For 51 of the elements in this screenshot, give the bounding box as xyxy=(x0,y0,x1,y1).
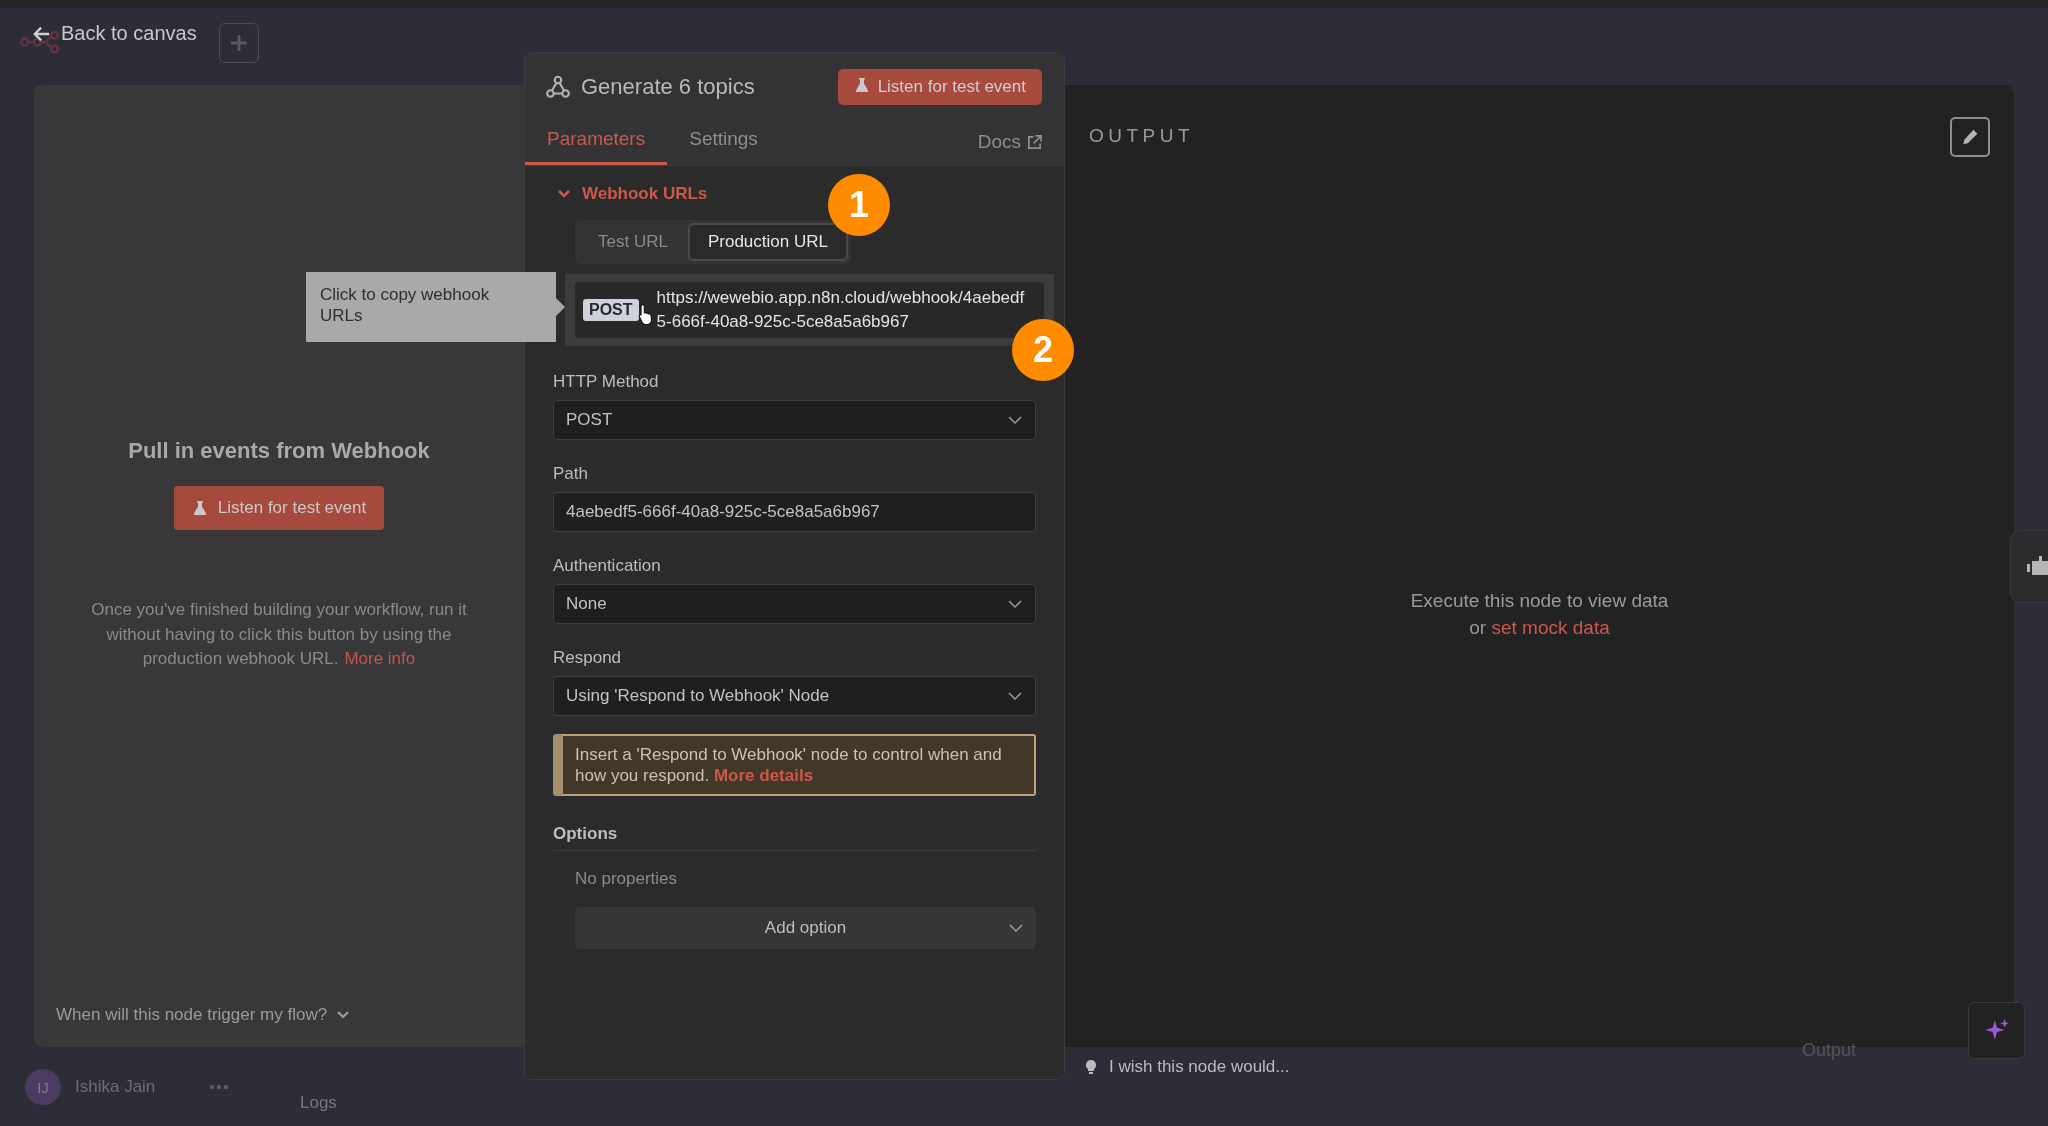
lightbulb-icon xyxy=(1085,1059,1097,1075)
select-field[interactable]: None xyxy=(553,584,1036,624)
url-tab[interactable]: Production URL xyxy=(687,223,848,261)
node-title: Generate 6 topics xyxy=(581,74,755,100)
empty-text: No properties xyxy=(575,869,679,889)
select-value: POST xyxy=(566,410,614,430)
field-label: Path xyxy=(553,464,589,484)
select-field[interactable]: POST xyxy=(553,400,1036,440)
external-link-icon xyxy=(1027,134,1042,150)
flask-icon xyxy=(191,500,208,516)
select-field[interactable]: Using 'Respond to Webhook' Node xyxy=(553,676,1036,716)
field-label: HTTP Method xyxy=(553,372,660,392)
field-label: Respond xyxy=(553,648,623,668)
more-info-link[interactable]: More info xyxy=(344,649,416,668)
more-icon xyxy=(209,1084,230,1090)
back-to-canvas-button[interactable]: Back to canvas xyxy=(33,22,197,45)
panel-tab[interactable]: Parameters xyxy=(525,128,668,165)
more-details-link[interactable]: More details xyxy=(713,766,814,785)
chat-button[interactable] xyxy=(2010,530,2048,603)
logs-label: Logs xyxy=(300,1093,337,1113)
options-label: Options xyxy=(553,824,1036,851)
add-option-button[interactable]: Add option xyxy=(575,907,1036,949)
output-title: OUTPUT xyxy=(1089,125,1195,147)
listen-button[interactable]: Listen for test event xyxy=(837,69,1042,105)
hand-cursor-icon xyxy=(637,303,655,325)
pencil-icon xyxy=(1961,128,1979,146)
input-field[interactable]: 4aebedf5-666f-40a8-925c-5ce8a5a6b967 xyxy=(553,492,1036,532)
or-text: or xyxy=(1469,617,1487,638)
description-text: Once you've finished building your workflow, run it without having to click this button by using the production webhook URL. More info xyxy=(90,599,468,670)
url-tab[interactable]: Test URL xyxy=(578,223,688,261)
user-avatar: IJ xyxy=(25,1069,61,1105)
select-value: Using 'Respond to Webhook' Node xyxy=(566,686,831,706)
empty-message: Execute this node to view data xyxy=(1409,589,1670,613)
listen-button[interactable]: Listen for test event xyxy=(173,486,385,530)
notice-text: Insert a 'Respond to Webhook' node to control when and how you respond. More details xyxy=(553,734,1036,796)
edit-button[interactable] xyxy=(1950,117,1990,157)
ai-assistant-button[interactable] xyxy=(1968,1002,2025,1059)
tooltip: Click to copy webhook URLs xyxy=(306,272,565,342)
arrow-left-icon xyxy=(33,24,51,43)
method-badge: POST xyxy=(583,299,639,321)
set-mock-data-link[interactable]: set mock data xyxy=(1491,617,1610,638)
docs-link[interactable]: Docs xyxy=(977,131,1042,165)
panel-tab[interactable]: Settings xyxy=(667,128,780,165)
trigger-help-toggle[interactable]: When will this node trigger my flow? xyxy=(56,1005,352,1025)
webhook-icon xyxy=(545,74,571,100)
panel-title: Pull in events from Webhook xyxy=(128,438,430,464)
select-value: None xyxy=(566,594,608,614)
user-name: Ishika Jain xyxy=(75,1077,156,1097)
field-label: Authentication xyxy=(553,556,662,576)
plus-icon xyxy=(230,34,248,52)
feedback-prompt[interactable]: I wish this node would... xyxy=(1109,1057,1290,1077)
